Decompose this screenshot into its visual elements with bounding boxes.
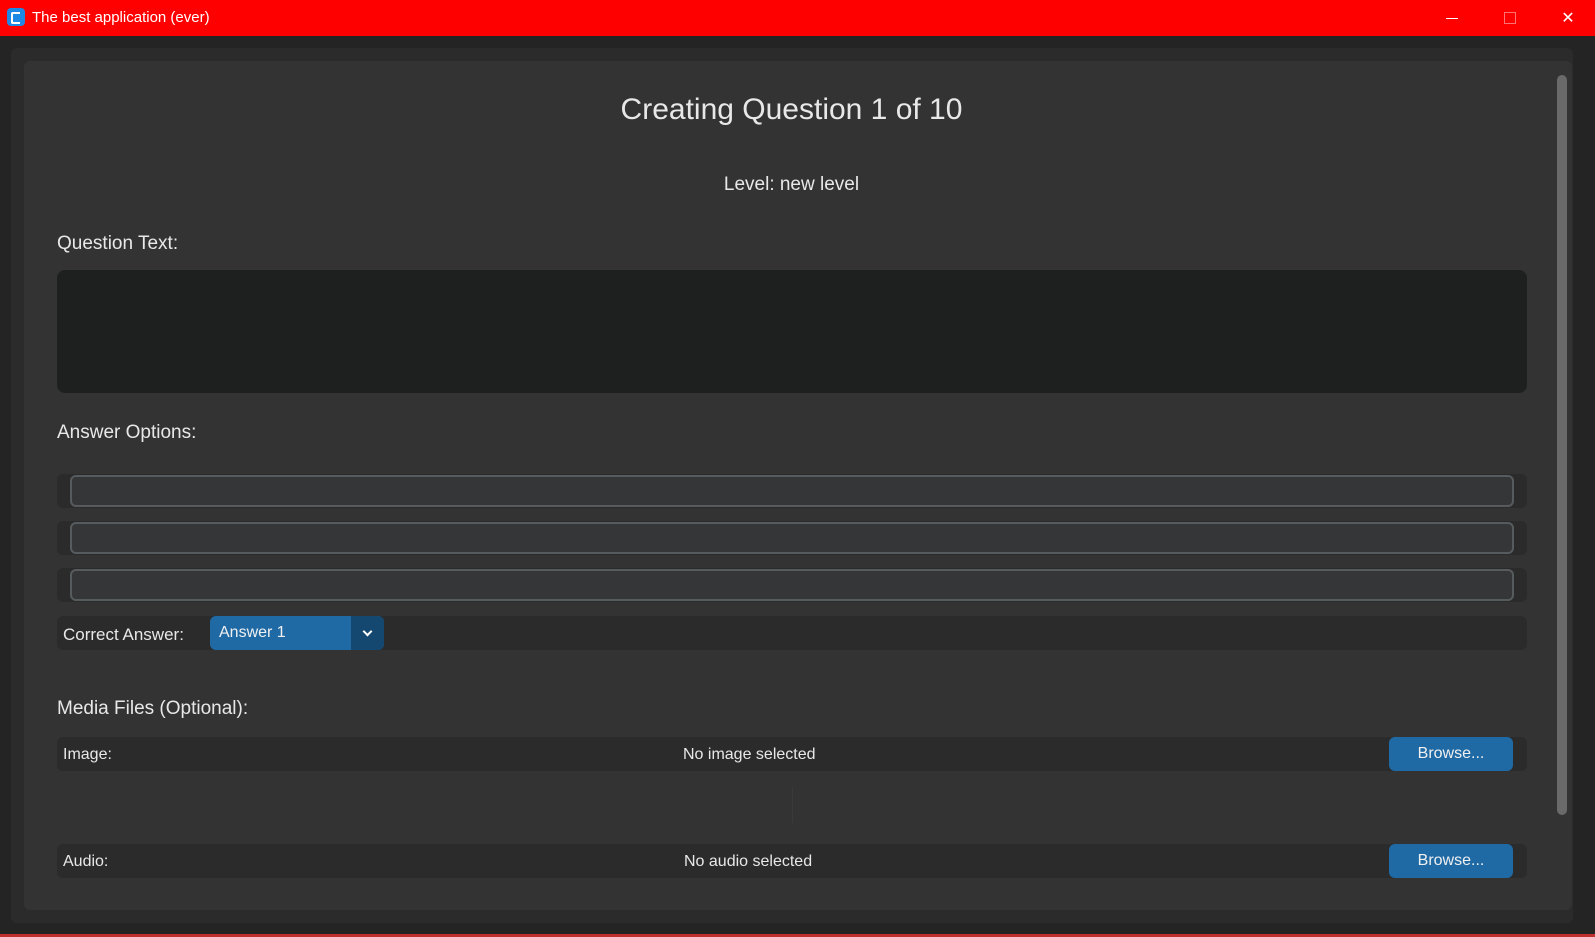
correct-answer-label: Correct Answer: [63,625,184,644]
minimize-button[interactable] [1423,0,1481,36]
browse-audio-button[interactable]: Browse... [1389,844,1513,878]
correct-answer-dropdown[interactable]: Answer 1 [210,616,384,650]
answer-input-1[interactable] [70,475,1514,507]
page-title: Creating Question 1 of 10 [620,93,963,126]
browse-image-button[interactable]: Browse... [1389,737,1513,771]
dropdown-arrow-button[interactable] [351,616,384,650]
app-icon [7,8,25,26]
divider [792,787,793,823]
answer-input-3[interactable] [70,569,1514,601]
minimize-icon [1446,17,1458,19]
image-status: No image selected [683,746,816,763]
window-title: The best application (ever) [32,9,210,26]
question-text-label: Question Text: [57,233,179,254]
correct-answer-value: Answer 1 [219,624,286,641]
media-files-label: Media Files (Optional): [57,698,249,719]
close-icon: ✕ [1561,10,1575,27]
close-button[interactable]: ✕ [1539,0,1595,36]
answer-input-2[interactable] [70,522,1514,554]
image-label: Image: [63,746,112,763]
level-label: Level: new level [723,174,860,195]
window-titlebar: The best application (ever) ✕ [0,0,1595,36]
chevron-down-icon [362,626,373,636]
audio-status: No audio selected [684,853,813,870]
maximize-button[interactable] [1481,0,1539,36]
maximize-icon [1504,12,1516,24]
answer-options-label: Answer Options: [57,422,197,443]
question-text-input[interactable] [57,270,1527,393]
audio-label: Audio: [63,853,109,870]
